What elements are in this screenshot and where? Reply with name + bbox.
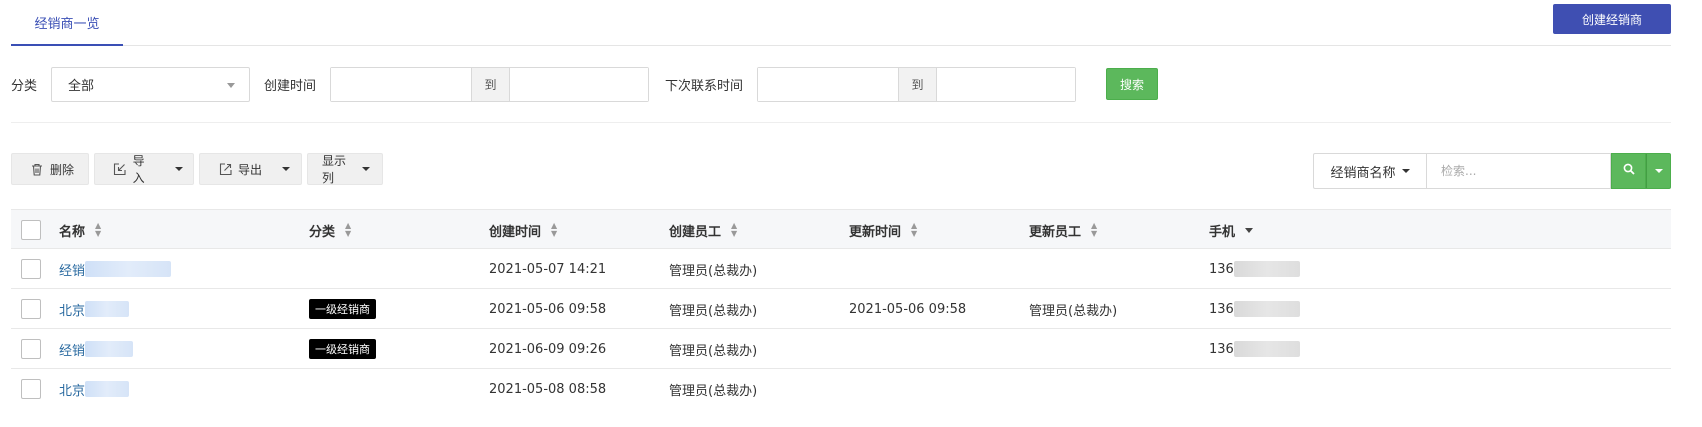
caret-down-icon [175,167,184,171]
created-time-to-label: 到 [471,67,511,101]
column-header-name[interactable]: 名称 ▲ ▼ [59,210,101,250]
trash-icon [30,162,44,176]
create-dealer-button[interactable]: 创建经销商 [1553,4,1671,34]
category-cell: 一级经销商 [309,329,376,369]
table-row: 经销 2021-05-07 14:21 管理员(总裁办) 136 [11,249,1671,289]
category-tag: 一级经销商 [309,339,376,359]
created-at-cell: 2021-05-06 09:58 [489,301,607,317]
sort-icon: ▲ ▼ [345,221,352,238]
column-header-category[interactable]: 分类 ▲ ▼ [309,210,351,250]
created-by-cell: 管理员(总裁办) [669,303,758,319]
caret-down-icon [282,167,291,171]
import-dropdown-toggle[interactable] [166,154,193,184]
created-time-range: 到 [330,66,650,102]
caret-down-icon [1654,169,1663,173]
export-label: 导出 [238,162,263,177]
column-header-phone[interactable]: 手机 [1209,210,1254,250]
dealer-name-link[interactable]: 北京 [59,289,130,329]
updated-at-cell: 2021-05-06 09:58 [849,301,967,317]
row-checkbox[interactable] [21,339,41,359]
row-checkbox[interactable] [21,379,41,399]
search-group: 经销商名称 [1313,153,1671,189]
redacted-text [85,381,130,397]
dealer-table: 名称 ▲ ▼ 分类 ▲ ▼ 创建时间 ▲ ▼ 创建员工 ▲ ▼ 更新时间 ▲ ▼ 更新员工 ▲ ▼ 手机… [11,209,1671,409]
sort-icon: ▲ ▼ [551,221,558,238]
table-row: 经销 一级经销商 2021-06-09 09:26 管理员(总裁办) 136 [11,329,1671,369]
redacted-text [85,341,134,357]
redacted-text [1233,301,1300,317]
sort-icon: ▲ ▼ [95,221,102,238]
search-button[interactable] [1611,153,1646,189]
redacted-text [85,301,130,317]
category-tag: 一级经销商 [309,299,376,319]
delete-button[interactable]: 删除 [11,153,89,185]
import-button[interactable]: 导入 [94,153,194,185]
created-by-cell: 管理员(总裁办) [669,383,758,399]
columns-label: 显示列 [322,154,347,185]
dealer-name-link[interactable]: 经销 [59,329,134,369]
column-header-updated-by[interactable]: 更新员工 ▲ ▼ [1029,210,1097,250]
dealer-name-link[interactable]: 北京 [59,369,130,409]
sort-desc-icon [1245,227,1254,233]
category-select-value: 全部 [68,78,95,94]
sort-icon: ▲ ▼ [911,221,918,238]
created-time-end-input[interactable] [510,67,649,101]
next-contact-range: 到 [757,66,1077,102]
category-label: 分类 [11,78,38,94]
row-checkbox[interactable] [21,259,41,279]
row-checkbox[interactable] [21,299,41,319]
action-toolbar: 删除 导入 导出 显示列 [11,153,383,185]
search-field-select[interactable]: 经销商名称 [1313,153,1426,189]
sort-icon: ▲ ▼ [731,221,738,238]
created-by-cell: 管理员(总裁办) [669,343,758,359]
created-time-label: 创建时间 [264,78,317,94]
import-label: 导入 [132,154,145,185]
select-all-checkbox[interactable] [21,220,41,240]
caret-down-icon [1401,169,1410,173]
search-field-label: 经销商名称 [1330,165,1396,181]
tab-dealer-list[interactable]: 经销商一览 [11,0,123,46]
columns-button[interactable]: 显示列 [307,153,383,185]
chevron-down-icon [227,82,236,88]
created-at-cell: 2021-05-08 08:58 [489,381,607,397]
phone-cell: 136 [1209,289,1300,329]
caret-down-icon [362,167,370,171]
created-time-start-input[interactable] [331,67,472,101]
export-icon [218,162,232,176]
redacted-text [1233,261,1300,277]
category-select[interactable]: 全部 [51,66,251,102]
search-options-toggle[interactable] [1646,153,1671,189]
export-dropdown-toggle[interactable] [272,154,300,184]
updated-by-cell: 管理员(总裁办) [1029,303,1118,319]
phone-cell: 136 [1209,329,1300,369]
phone-cell: 136 [1209,249,1300,289]
next-contact-to-label: 到 [898,67,938,101]
delete-label: 删除 [50,162,75,177]
redacted-text [85,261,172,277]
filter-search-button[interactable]: 搜索 [1106,68,1159,100]
table-row: 北京 2021-05-08 08:58 管理员(总裁办) [11,369,1671,409]
search-icon [1623,163,1635,179]
section-divider [11,122,1671,123]
search-input[interactable] [1426,153,1611,189]
next-contact-start-input[interactable] [758,67,899,101]
next-contact-end-input[interactable] [937,67,1076,101]
sort-icon: ▲ ▼ [1091,221,1098,238]
redacted-text [1233,341,1300,357]
created-by-cell: 管理员(总裁办) [669,263,758,279]
category-cell: 一级经销商 [309,289,376,329]
table-row: 北京 一级经销商 2021-05-06 09:58 管理员(总裁办) 2021-… [11,289,1671,329]
export-button[interactable]: 导出 [199,153,302,185]
column-header-created-by[interactable]: 创建员工 ▲ ▼ [669,210,737,250]
import-icon [113,162,127,176]
table-header: 名称 ▲ ▼ 分类 ▲ ▼ 创建时间 ▲ ▼ 创建员工 ▲ ▼ 更新时间 ▲ ▼ 更新员工 ▲ ▼ 手机 [11,209,1671,249]
filter-bar: 分类 全部 创建时间 到 下次联系时间 到 搜索 [11,66,1159,102]
dealer-name-link[interactable]: 经销 [59,249,172,289]
top-tab-bar: 经销商一览 创建经销商 [11,0,1671,46]
created-at-cell: 2021-06-09 09:26 [489,341,607,357]
column-header-created-at[interactable]: 创建时间 ▲ ▼ [489,210,557,250]
created-at-cell: 2021-05-07 14:21 [489,261,607,277]
column-header-updated-at[interactable]: 更新时间 ▲ ▼ [849,210,917,250]
next-contact-label: 下次联系时间 [665,78,744,94]
